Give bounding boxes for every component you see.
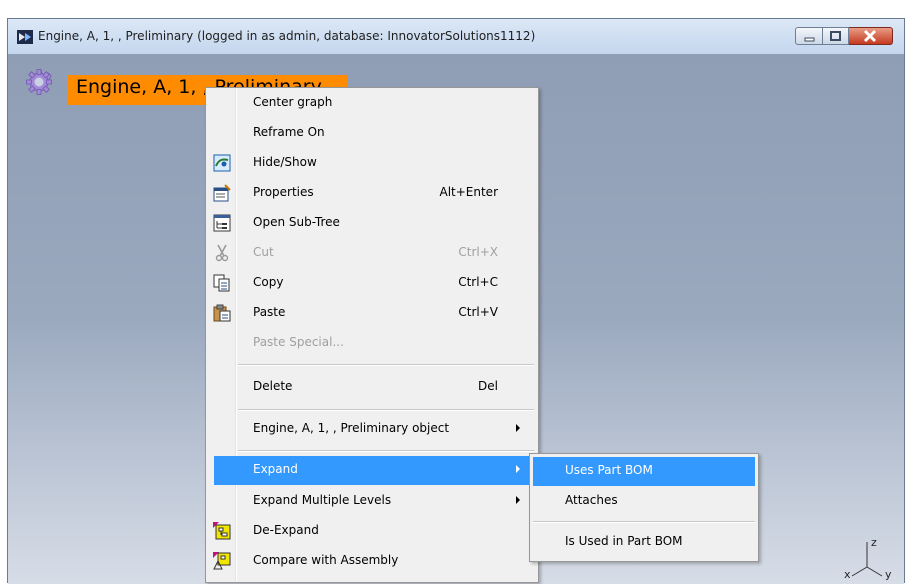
submenu-arrow-icon: [516, 465, 520, 473]
menu-item-center-graph[interactable]: Center graph: [208, 89, 536, 118]
menu-item-object-submenu[interactable]: Engine, A, 1, , Preliminary object: [208, 415, 536, 444]
menu-item-label: Cut: [253, 245, 274, 259]
copy-icon: [213, 274, 230, 292]
maximize-button[interactable]: [823, 27, 849, 45]
menu-item-label: Hide/Show: [253, 155, 317, 169]
submenu-arrow-icon: [516, 424, 520, 432]
properties-icon: [213, 184, 231, 202]
maximize-icon: [830, 31, 841, 41]
submenu-item-attaches[interactable]: Attaches: [533, 487, 755, 516]
menu-item-label: Center graph: [253, 95, 333, 109]
submenu-item-label: Is Used in Part BOM: [565, 534, 683, 548]
menu-item-label: Engine, A, 1, , Preliminary object: [253, 421, 450, 435]
aras-window-icon: [17, 30, 33, 44]
window-title: Engine, A, 1, , Preliminary (logged in a…: [38, 29, 536, 43]
menu-item-expand-multiple-levels[interactable]: Expand Multiple Levels: [208, 487, 536, 516]
menu-separator: [238, 450, 534, 452]
submenu-item-label: Attaches: [565, 493, 618, 507]
compare-assembly-icon: [213, 552, 231, 570]
menu-separator: [238, 364, 534, 366]
menu-item-cut[interactable]: Cut Ctrl+X: [208, 239, 536, 268]
menu-item-label: Expand: [253, 462, 298, 476]
menu-item-shortcut: Alt+Enter: [439, 185, 498, 199]
title-bar[interactable]: Engine, A, 1, , Preliminary (logged in a…: [8, 19, 904, 54]
expand-submenu: Uses Part BOM Attaches Is Used in Part B…: [529, 453, 759, 562]
menu-item-label: Reframe On: [253, 125, 325, 139]
menu-item-label: Copy: [253, 275, 284, 289]
menu-item-paste-special[interactable]: Paste Special...: [208, 329, 536, 358]
menu-item-label: Paste: [253, 305, 286, 319]
menu-item-delete[interactable]: Delete Del: [208, 373, 536, 402]
scissors-icon: [215, 244, 229, 262]
axis-x-label: x: [844, 568, 851, 580]
menu-item-shortcut: Ctrl+C: [458, 275, 498, 289]
de-expand-icon: [213, 522, 231, 540]
menu-item-open-sub-tree[interactable]: Open Sub-Tree: [208, 209, 536, 238]
menu-item-label: Properties: [253, 185, 314, 199]
close-button[interactable]: [849, 27, 893, 45]
menu-item-reframe-on[interactable]: Reframe On: [208, 119, 536, 148]
menu-item-label: Paste Special...: [253, 335, 344, 349]
menu-item-de-expand[interactable]: De-Expand: [208, 517, 536, 546]
menu-separator: [533, 521, 755, 523]
submenu-item-uses-part-bom[interactable]: Uses Part BOM: [533, 457, 755, 486]
tree-icon: [213, 214, 231, 232]
menu-item-label: Delete: [253, 379, 293, 393]
submenu-item-label: Uses Part BOM: [565, 463, 653, 477]
hide-show-icon: [213, 154, 231, 172]
menu-item-shortcut: Ctrl+V: [458, 305, 498, 319]
axis-indicator: z x y: [844, 536, 892, 580]
menu-item-shortcut: Ctrl+X: [458, 245, 498, 259]
minimize-icon: [804, 37, 815, 42]
close-icon: [863, 29, 877, 43]
menu-item-copy[interactable]: Copy Ctrl+C: [208, 269, 536, 298]
menu-item-label: Expand Multiple Levels: [253, 493, 392, 507]
context-menu: Center graph Reframe On Hide/Show Proper…: [205, 87, 539, 583]
menu-item-compare-with-assembly[interactable]: Compare with Assembly: [208, 547, 536, 576]
axis-z-label: z: [871, 536, 877, 549]
menu-item-paste[interactable]: Paste Ctrl+V: [208, 299, 536, 328]
paste-icon: [213, 304, 231, 322]
axis-y-label: y: [885, 568, 892, 580]
menu-item-hide-show[interactable]: Hide/Show: [208, 149, 536, 178]
menu-item-label: Open Sub-Tree: [253, 215, 340, 229]
submenu-item-is-used-in-part-bom[interactable]: Is Used in Part BOM: [533, 528, 755, 557]
menu-item-expand[interactable]: Expand: [214, 456, 536, 485]
menu-item-label: De-Expand: [253, 523, 319, 537]
minimize-button[interactable]: [795, 27, 823, 45]
submenu-arrow-icon: [516, 496, 520, 504]
menu-separator: [238, 409, 534, 411]
menu-item-shortcut: Del: [478, 379, 498, 393]
gear-icon: [26, 69, 52, 95]
menu-item-properties[interactable]: Properties Alt+Enter: [208, 179, 536, 208]
menu-item-label: Compare with Assembly: [253, 553, 399, 567]
